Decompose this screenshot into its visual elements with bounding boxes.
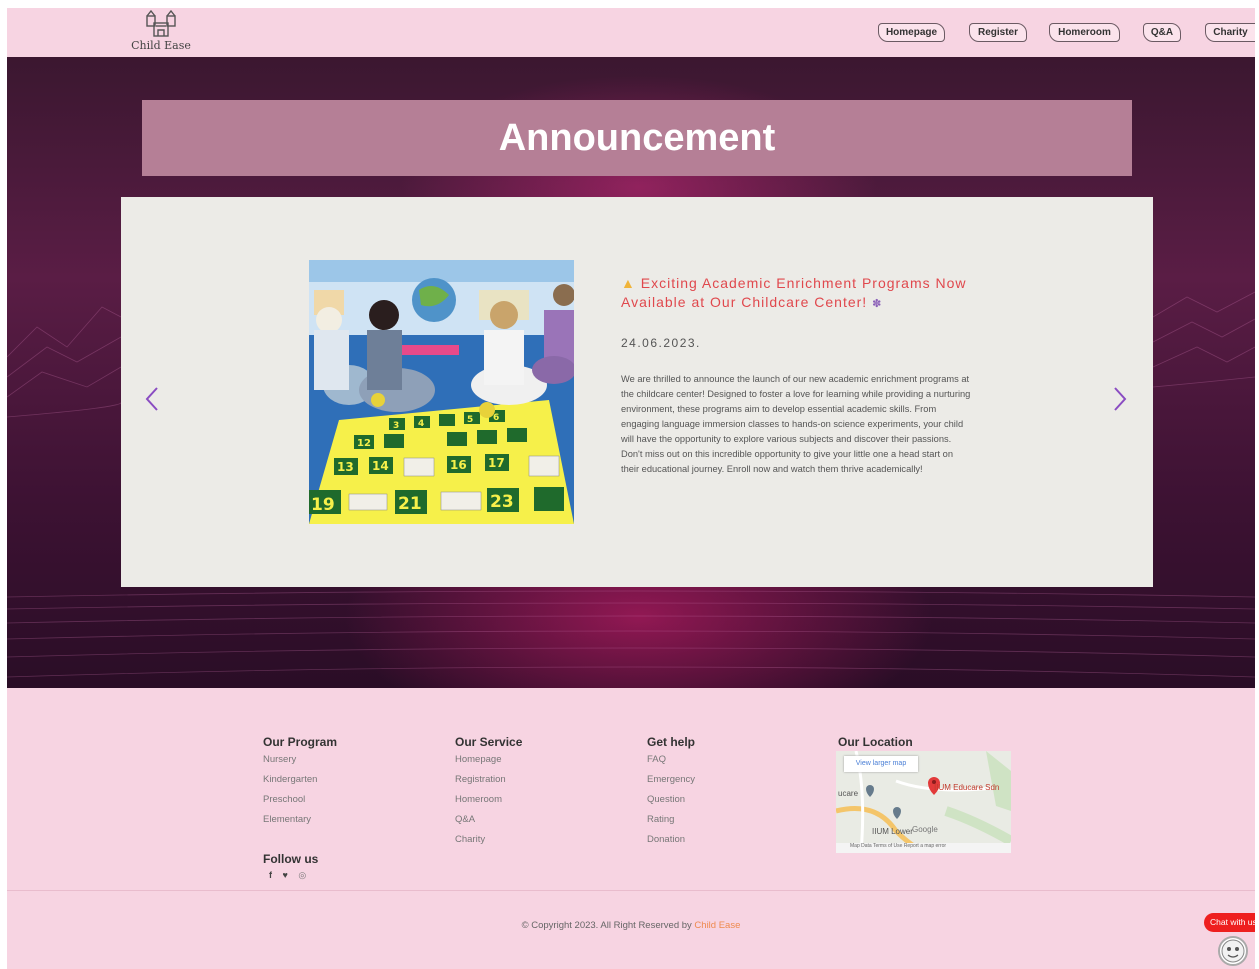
- announcement-body: We are thrilled to announce the launch o…: [621, 374, 971, 474]
- chat-with-us-button[interactable]: Chat with us: [1204, 913, 1255, 932]
- footer-link-preschool[interactable]: Preschool: [263, 790, 337, 810]
- footer-follow-title: Follow us: [263, 852, 319, 866]
- announcement-heading-text: Exciting Academic Enrichment Programs No…: [621, 275, 967, 310]
- map-left-label: ucare: [838, 789, 859, 798]
- chatbot-avatar-icon[interactable]: [1218, 936, 1248, 966]
- nav-qa-button[interactable]: Q&A: [1143, 23, 1181, 42]
- page-title: Announcement: [498, 117, 776, 159]
- nav-register-button[interactable]: Register: [969, 23, 1027, 42]
- footer-follow: Follow us f ♥ ◎: [263, 852, 318, 881]
- footer-link-homepage[interactable]: Homepage: [455, 750, 522, 770]
- footer-link-homeroom[interactable]: Homeroom: [455, 790, 522, 810]
- page-frame: Child Ease Homepage Register Homeroom Q&…: [7, 8, 1255, 969]
- footer-program-title: Our Program: [263, 735, 338, 749]
- announcement-heading: ▲ Exciting Academic Enrichment Programs …: [621, 274, 981, 314]
- footer-link-charity[interactable]: Charity: [455, 830, 522, 850]
- top-navbar: Child Ease Homepage Register Homeroom Q&…: [7, 8, 1255, 57]
- footer-link-donation[interactable]: Donation: [647, 830, 695, 850]
- chevron-right-icon[interactable]: [1107, 384, 1131, 414]
- social-icons: f ♥ ◎: [263, 870, 318, 881]
- footer-link-elementary[interactable]: Elementary: [263, 810, 337, 830]
- confetti-icon: ✽: [872, 298, 883, 310]
- footer-help-title: Get help: [647, 735, 696, 749]
- castle-logo-icon: [146, 10, 176, 37]
- map-bottom-label: IIUM Lower: [872, 827, 913, 836]
- brand-logo[interactable]: Child Ease: [131, 8, 191, 57]
- location-map[interactable]: View larger map IIUM Educare Sdn ucare I…: [836, 751, 1011, 853]
- footer-link-emergency[interactable]: Emergency: [647, 770, 695, 790]
- announcement-hero: Announcement 3 4 5 6 12 13 14 16 17 19 2…: [7, 57, 1255, 688]
- map-attribution: Map Data Terms of Use Report a map error: [850, 843, 947, 849]
- copyright-text: © Copyright 2023. All Right Reserved by: [521, 920, 695, 931]
- footer-program-column: Our Program Nursery Kindergarten Prescho…: [263, 735, 337, 830]
- map-view-larger-button[interactable]: View larger map: [844, 756, 918, 772]
- footer-location-column: Our Location: [838, 735, 913, 750]
- board-number: 12: [357, 438, 371, 449]
- brand-name: Child Ease: [131, 39, 191, 52]
- footer-link-registration[interactable]: Registration: [455, 770, 522, 790]
- board-number: 3: [393, 421, 399, 431]
- footer-link-kindergarten[interactable]: Kindergarten: [263, 770, 337, 790]
- board-number: 4: [418, 419, 424, 429]
- map-google-label: Google: [912, 825, 938, 834]
- copyright-notice: © Copyright 2023. All Right Reserved by …: [7, 920, 1255, 931]
- footer-location-title: Our Location: [838, 735, 913, 749]
- footer-help-column: Get help FAQ Emergency Question Rating D…: [647, 735, 695, 850]
- board-number: 5: [467, 415, 473, 425]
- footer-service-title: Our Service: [455, 735, 523, 749]
- nav-homepage-button[interactable]: Homepage: [878, 23, 945, 42]
- board-number: 17: [488, 456, 505, 470]
- board-number: 6: [493, 413, 499, 423]
- footer-link-question[interactable]: Question: [647, 790, 695, 810]
- party-icon: ▲: [621, 275, 636, 291]
- announcement-photo: 3 4 5 6 12 13 14 16 17 19 21 23: [309, 260, 574, 524]
- site-footer: Our Program Nursery Kindergarten Prescho…: [7, 688, 1255, 969]
- twitter-icon[interactable]: ♥: [283, 870, 292, 880]
- footer-link-nursery[interactable]: Nursery: [263, 750, 337, 770]
- footer-service-column: Our Service Homepage Registration Homero…: [455, 735, 522, 850]
- board-number: 23: [490, 492, 514, 512]
- board-number: 21: [398, 494, 422, 514]
- footer-link-rating[interactable]: Rating: [647, 810, 695, 830]
- announcement-date: 24.06.2023.: [621, 336, 701, 350]
- board-number: 19: [311, 495, 335, 515]
- board-number: 13: [337, 460, 354, 474]
- announcement-card: 3 4 5 6 12 13 14 16 17 19 21 23 ▲ Exciti…: [121, 197, 1153, 587]
- footer-divider: [7, 890, 1255, 891]
- map-place-label: IIUM Educare Sdn: [934, 783, 1000, 792]
- board-number: 14: [372, 459, 389, 473]
- title-banner: Announcement: [142, 100, 1132, 176]
- footer-link-faq[interactable]: FAQ: [647, 750, 695, 770]
- board-number: 16: [450, 458, 467, 472]
- footer-link-qa[interactable]: Q&A: [455, 810, 522, 830]
- nav-homeroom-button[interactable]: Homeroom: [1049, 23, 1120, 42]
- chevron-left-icon[interactable]: [141, 384, 165, 414]
- instagram-icon[interactable]: ◎: [298, 870, 310, 880]
- nav-charity-button[interactable]: Charity: [1205, 23, 1255, 42]
- facebook-icon[interactable]: f: [269, 870, 276, 880]
- copyright-brand-link[interactable]: Child Ease: [694, 920, 740, 931]
